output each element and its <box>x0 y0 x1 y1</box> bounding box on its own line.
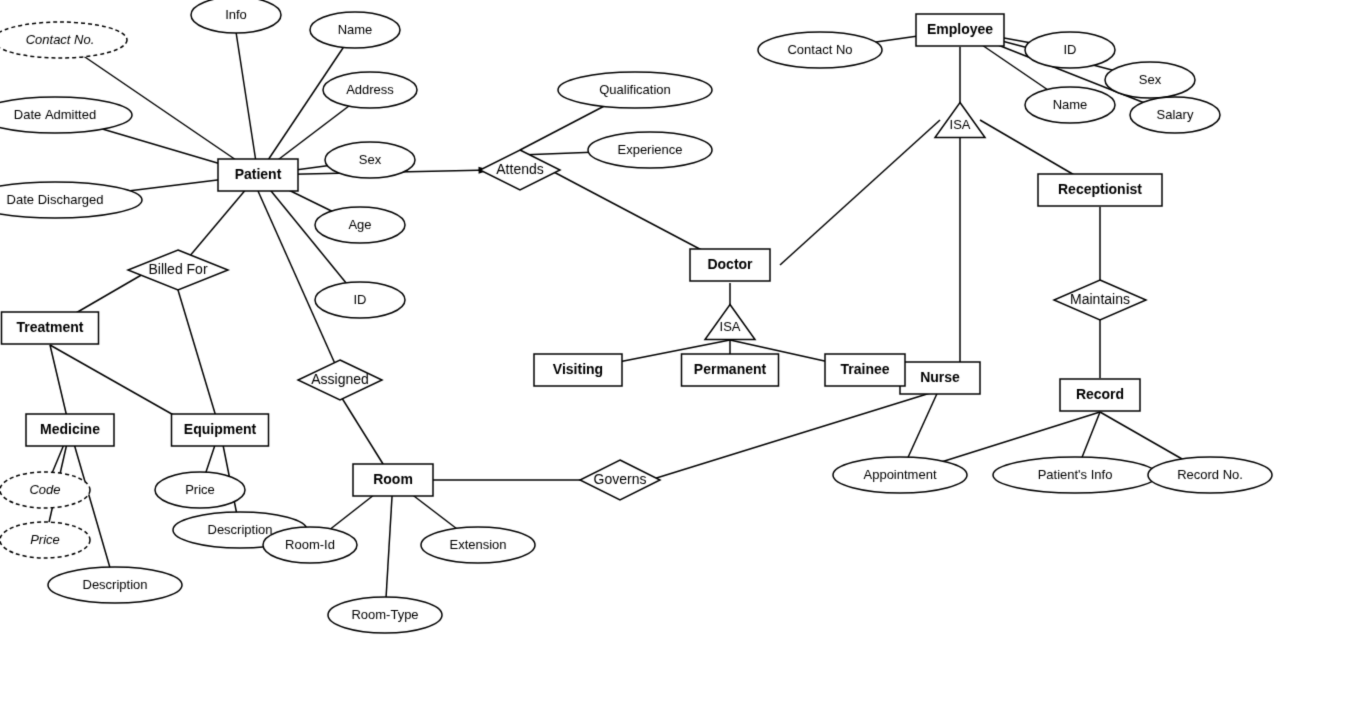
er-diagram <box>0 0 1367 703</box>
